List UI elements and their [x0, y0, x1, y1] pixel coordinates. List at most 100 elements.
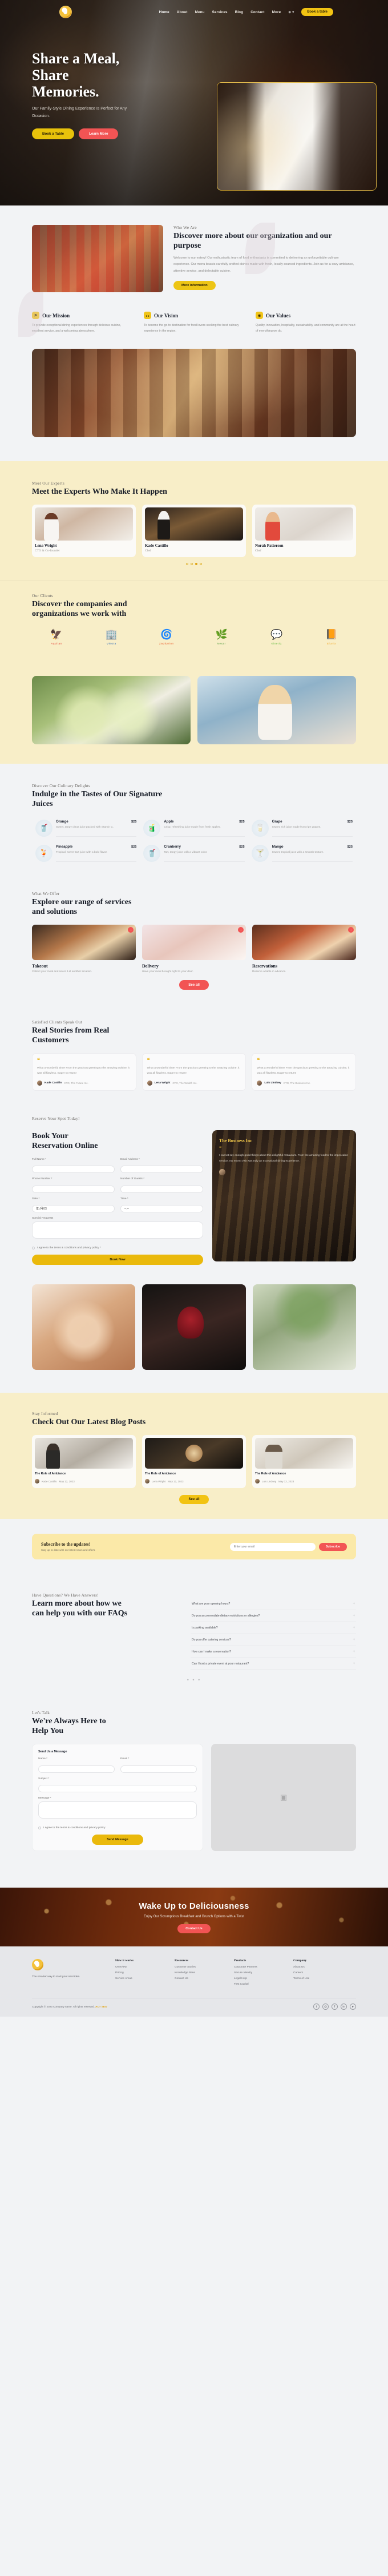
send-message-button[interactable]: Send Message: [92, 1835, 143, 1845]
faq-item[interactable]: Do you offer catering services? +: [191, 1634, 356, 1647]
time-input[interactable]: [120, 1205, 203, 1213]
faq-item[interactable]: Is parking available? +: [191, 1622, 356, 1635]
cta-contact-us-button[interactable]: Contact Us: [177, 1924, 211, 1933]
juice-item[interactable]: 🥤 Cranberry $25 Tart, tangy juice with a…: [140, 841, 248, 866]
nav-item-more[interactable]: More: [272, 10, 281, 14]
full-name-input[interactable]: [32, 1166, 115, 1174]
instagram-icon[interactable]: ◎: [322, 2003, 329, 2010]
footer-link[interactable]: Customer Stories: [175, 1966, 219, 1969]
faq-item[interactable]: Can I host a private event at your resta…: [191, 1658, 356, 1671]
copyright-brand[interactable]: ACT SEO: [95, 2005, 107, 2008]
guests-input[interactable]: [120, 1185, 203, 1193]
client-logo-item[interactable]: 📙 Elunix: [314, 628, 349, 645]
contact-name-input[interactable]: [38, 1765, 115, 1773]
hero-title-line1: Share a Meal,: [32, 50, 120, 67]
quote-icon: ❝: [37, 1057, 40, 1063]
services-see-all-button[interactable]: See all: [179, 979, 209, 990]
phone-input[interactable]: [32, 1185, 115, 1193]
client-logo-item[interactable]: 🏢 Vieora: [94, 628, 129, 645]
footer-link[interactable]: Service Areas: [115, 1977, 160, 1980]
testimonial-author: Lena Wright: [154, 1082, 171, 1085]
email-input[interactable]: [120, 1166, 203, 1174]
map-placeholder-icon[interactable]: ▣: [211, 1744, 356, 1852]
nav-item-about[interactable]: About: [177, 10, 188, 14]
footer-link[interactable]: About Us: [293, 1966, 338, 1969]
plus-icon[interactable]: +: [353, 1638, 355, 1642]
contact-terms-checkbox[interactable]: [38, 1827, 41, 1830]
nav-item-blog[interactable]: Blog: [235, 10, 244, 14]
plus-icon[interactable]: +: [353, 1650, 355, 1654]
footer-link[interactable]: Secure Identity: [234, 1972, 278, 1974]
plus-icon[interactable]: +: [353, 1626, 355, 1630]
faq-item[interactable]: How can I make a reservation? +: [191, 1646, 356, 1659]
footer-link[interactable]: Corporate Partners: [234, 1966, 278, 1969]
blog-card[interactable]: The Role of Ambiance Luis Lindsey May 12…: [252, 1435, 356, 1489]
faq-item[interactable]: What are your opening hours? +: [191, 1598, 356, 1611]
juice-item[interactable]: 🧃 Apple $25 Crisp, refreshing juice made…: [140, 816, 248, 841]
client-logo-item[interactable]: 💬 Kinetiq: [259, 628, 294, 645]
service-card-reservations[interactable]: → Reservations Reserve a table in advanc…: [252, 924, 356, 973]
carousel-dot[interactable]: [186, 563, 188, 566]
footer-link[interactable]: Knowledge Base: [175, 1972, 219, 1974]
carousel-dot[interactable]: [191, 563, 193, 566]
contact-email-input[interactable]: [120, 1765, 197, 1773]
book-now-button[interactable]: Book Now: [32, 1255, 203, 1265]
blog-card[interactable]: The Role of Ambiance Lena Wright May 12,…: [142, 1435, 246, 1489]
newsletter-subscribe-button[interactable]: Subscribe: [318, 1542, 347, 1551]
nav-item-menu[interactable]: Menu: [195, 10, 205, 14]
plus-icon[interactable]: +: [353, 1614, 355, 1618]
team-card[interactable]: Lena Wright CTO & Co-founder: [32, 505, 136, 558]
carousel-dot[interactable]: [200, 563, 202, 566]
contact-subject-input[interactable]: [38, 1785, 197, 1793]
blog-card[interactable]: The Role of Ambiance Kade Castillo May 1…: [32, 1435, 136, 1489]
footer-link[interactable]: Legal Help: [234, 1977, 278, 1980]
linkedin-icon[interactable]: in: [341, 2003, 347, 2010]
contact-message-textarea[interactable]: [38, 1801, 197, 1819]
footer-link[interactable]: Overview: [115, 1966, 160, 1969]
team-card[interactable]: Kade Castillo Chef: [142, 505, 246, 558]
client-logo-item[interactable]: 🌀 Zephyrion: [149, 628, 184, 645]
plus-icon[interactable]: +: [353, 1662, 355, 1666]
juice-item[interactable]: 🥛 Grape $25 Sweet, rich juice made from …: [248, 816, 356, 841]
special-requests-textarea[interactable]: [32, 1222, 203, 1239]
blog-see-all-button[interactable]: See all: [179, 1495, 209, 1505]
chef-logo-icon[interactable]: [59, 6, 72, 18]
language-selector[interactable]: ⊕ ▾: [288, 10, 294, 14]
service-card-takeout[interactable]: → Takeout Collect your meal and savor it…: [32, 924, 136, 973]
blog-author: Lena Wright: [152, 1480, 166, 1483]
footer-link[interactable]: Pricing: [115, 1972, 160, 1974]
youtube-icon[interactable]: ▸: [350, 2003, 356, 2010]
nav-item-home[interactable]: Home: [159, 10, 169, 14]
footer-link[interactable]: Terms of Use: [293, 1977, 338, 1980]
twitter-icon[interactable]: t: [313, 2003, 320, 2010]
newsletter-email-input[interactable]: [229, 1542, 316, 1551]
arrow-icon[interactable]: →: [238, 926, 244, 933]
nav-book-table-button[interactable]: Book a table: [301, 8, 333, 16]
faq-item[interactable]: Do you accommodate dietary restrictions …: [191, 1610, 356, 1623]
terms-checkbox[interactable]: [32, 1247, 35, 1250]
client-logo-item[interactable]: 🌿 Nexar: [204, 628, 239, 645]
facebook-icon[interactable]: f: [332, 2003, 338, 2010]
juice-item[interactable]: 🍸 Mango $25 Sweet, tropical juice with a…: [248, 841, 356, 866]
client-logo-item[interactable]: 🦅 Aquilan: [39, 628, 74, 645]
carousel-dot-active[interactable]: [195, 563, 197, 566]
nav-item-contact[interactable]: Contact: [250, 10, 264, 14]
nav-item-services[interactable]: Services: [212, 10, 228, 14]
juice-name: Orange: [56, 819, 68, 824]
faq-more-dots[interactable]: • • •: [32, 1677, 356, 1683]
footer-link[interactable]: Contact Us: [175, 1977, 219, 1980]
juice-item[interactable]: 🥤 Orange $25 Sweet, tangy citrus juice p…: [32, 816, 140, 841]
hero-learn-more-button[interactable]: Learn More: [79, 128, 119, 139]
service-card-delivery[interactable]: → Delivery Have your meal brought right …: [142, 924, 246, 973]
hero-book-table-button[interactable]: Book a Table: [32, 128, 75, 139]
chef-logo-icon[interactable]: [32, 1959, 43, 1971]
juice-item[interactable]: 🍹 Pineapple $25 Tropical, sweet-tart jui…: [32, 841, 140, 866]
date-input[interactable]: [32, 1204, 115, 1212]
arrow-icon[interactable]: →: [348, 926, 354, 933]
plus-icon[interactable]: +: [353, 1602, 355, 1606]
footer-link[interactable]: First Capital: [234, 1983, 278, 1986]
about-more-information-button[interactable]: More information: [173, 280, 216, 290]
team-card[interactable]: Norah Patterson Chef: [252, 505, 356, 558]
arrow-icon[interactable]: →: [128, 926, 134, 933]
footer-link[interactable]: Careers: [293, 1972, 338, 1974]
